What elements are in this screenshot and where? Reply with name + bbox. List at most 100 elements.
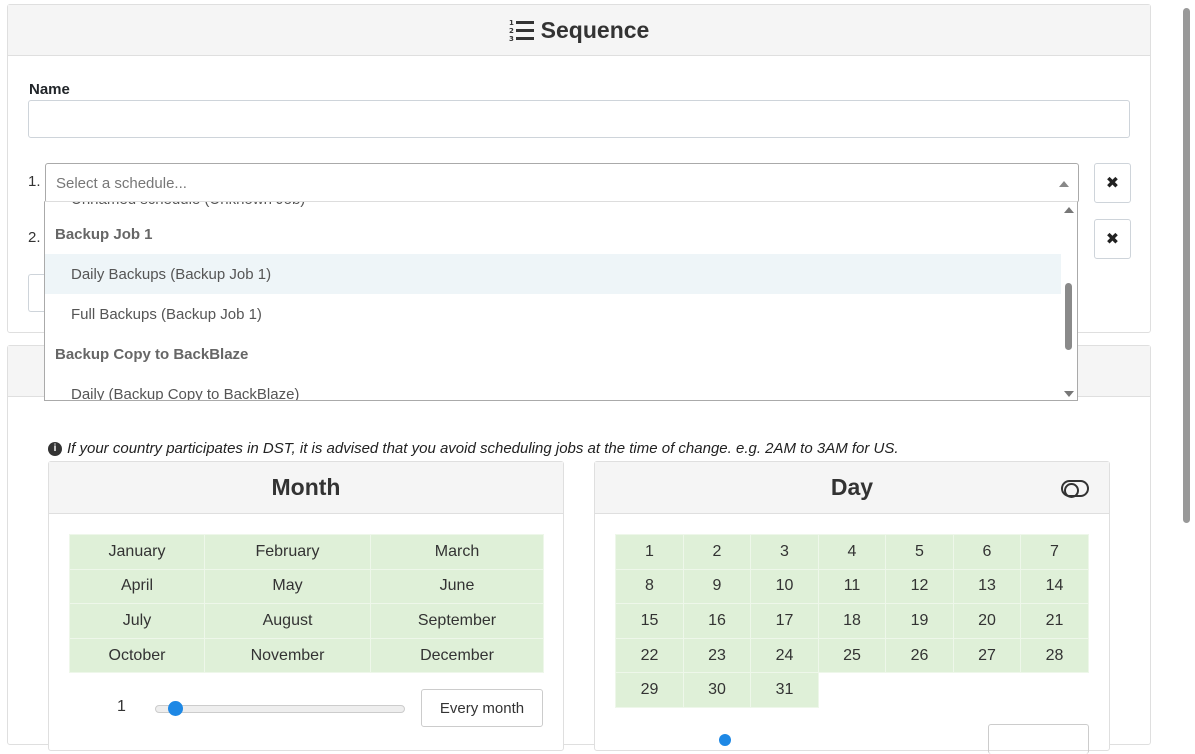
day-row: 15 16 17 18 19 20 21 xyxy=(615,603,1089,639)
day-cell-8[interactable]: 8 xyxy=(615,568,684,605)
times-icon: ✖ xyxy=(1105,175,1120,192)
month-cell-january[interactable]: January xyxy=(69,534,205,570)
day-cell-15[interactable]: 15 xyxy=(615,603,684,639)
day-cell-2[interactable]: 2 xyxy=(683,534,751,570)
day-cell-6[interactable]: 6 xyxy=(953,534,1021,570)
day-row: 29 30 31 xyxy=(615,672,1089,708)
list-ol-icon: 1 2 3 xyxy=(509,18,535,42)
page-scroll-thumb[interactable] xyxy=(1183,8,1190,523)
day-slider-thumb[interactable] xyxy=(719,734,731,746)
day-cell-9[interactable]: 9 xyxy=(683,568,751,605)
month-cell-october[interactable]: October xyxy=(69,637,205,674)
month-cell-july[interactable]: July xyxy=(69,603,205,639)
dropdown-scrollbar[interactable] xyxy=(1061,202,1077,400)
day-cell-empty xyxy=(953,672,1021,708)
sequence-title: Sequence xyxy=(540,16,650,43)
month-cell-march[interactable]: March xyxy=(370,534,544,570)
option-daily-backups[interactable]: Daily Backups (Backup Job 1) xyxy=(45,254,1063,294)
schedule-options-list: Unnamed schedule (Unknown Job) Backup Jo… xyxy=(45,202,1063,401)
month-cell-june[interactable]: June xyxy=(370,568,544,605)
every-day-button[interactable] xyxy=(988,724,1089,754)
day-cell-10[interactable]: 10 xyxy=(750,568,819,605)
every-month-button[interactable]: Every month xyxy=(421,689,543,727)
day-cell-31[interactable]: 31 xyxy=(750,672,819,708)
dropdown-scroll-thumb[interactable] xyxy=(1065,283,1072,350)
schedule-select-1[interactable]: Select a schedule... xyxy=(45,163,1079,203)
day-cell-16[interactable]: 16 xyxy=(683,603,751,639)
day-cell-21[interactable]: 21 xyxy=(1020,603,1089,639)
day-cell-3[interactable]: 3 xyxy=(750,534,819,570)
dst-note: i If your country participates in DST, i… xyxy=(48,440,899,457)
page-scrollbar[interactable] xyxy=(1179,0,1195,735)
month-title: Month xyxy=(271,474,341,500)
day-row: 22 23 24 25 26 27 28 xyxy=(615,637,1089,674)
month-cell-september[interactable]: September xyxy=(370,603,544,639)
svg-text:3: 3 xyxy=(509,35,514,42)
row-number-1: 1. xyxy=(28,173,41,190)
month-cell-august[interactable]: August xyxy=(204,603,371,639)
option-unnamed-schedule[interactable]: Unnamed schedule (Unknown Job) xyxy=(45,202,1063,214)
caret-up-icon xyxy=(1059,181,1069,187)
month-grid: January February March April May June July Augu… xyxy=(69,534,544,674)
day-card: Day 1 2 3 4 5 6 7 8 9 10 11 12 13 14 15 16 17 18 19 20 21 22 2… xyxy=(594,461,1110,754)
toggle-icon[interactable] xyxy=(1061,480,1089,498)
dst-note-text: If your country participates in DST, it … xyxy=(67,440,899,457)
option-full-backups[interactable]: Full Backups (Backup Job 1) xyxy=(45,294,1063,334)
day-title: Day xyxy=(830,474,874,500)
month-row: January February March xyxy=(69,534,544,570)
name-input[interactable] xyxy=(28,100,1130,138)
day-cell-26[interactable]: 26 xyxy=(885,637,954,674)
month-cell-december[interactable]: December xyxy=(370,637,544,674)
month-interval-value: 1 xyxy=(117,698,126,715)
scroll-up-icon[interactable] xyxy=(1064,207,1074,213)
day-cell-11[interactable]: 11 xyxy=(818,568,886,605)
day-cell-12[interactable]: 12 xyxy=(885,568,954,605)
day-grid: 1 2 3 4 5 6 7 8 9 10 11 12 13 14 15 16 17 18 19 20 21 22 23 24 2… xyxy=(615,534,1089,708)
day-row: 8 9 10 11 12 13 14 xyxy=(615,568,1089,605)
day-cell-23[interactable]: 23 xyxy=(683,637,751,674)
day-cell-14[interactable]: 14 xyxy=(1020,568,1089,605)
times-icon: ✖ xyxy=(1105,231,1120,248)
month-cell-february[interactable]: February xyxy=(204,534,371,570)
day-cell-20[interactable]: 20 xyxy=(953,603,1021,639)
day-cell-18[interactable]: 18 xyxy=(818,603,886,639)
day-cell-29[interactable]: 29 xyxy=(615,672,684,708)
option-group-backup-job-1: Backup Job 1 xyxy=(55,225,153,243)
day-card-header: Day xyxy=(595,462,1109,514)
day-cell-25[interactable]: 25 xyxy=(818,637,886,674)
day-cell-28[interactable]: 28 xyxy=(1020,637,1089,674)
day-cell-5[interactable]: 5 xyxy=(885,534,954,570)
month-card-header: Month xyxy=(49,462,563,514)
month-cell-november[interactable]: November xyxy=(204,637,371,674)
month-cell-may[interactable]: May xyxy=(204,568,371,605)
remove-row-2-button[interactable]: ✖ xyxy=(1094,219,1131,259)
month-card: Month January February March April May June Ju… xyxy=(48,461,564,751)
day-row: 1234567 xyxy=(615,534,1089,570)
day-cell-4[interactable]: 4 xyxy=(818,534,886,570)
day-cell-1[interactable]: 1 xyxy=(615,534,684,570)
day-cell-13[interactable]: 13 xyxy=(953,568,1021,605)
day-cell-empty xyxy=(885,672,954,708)
day-cell-17[interactable]: 17 xyxy=(750,603,819,639)
day-cell-19[interactable]: 19 xyxy=(885,603,954,639)
month-row: July August September xyxy=(69,603,544,639)
day-cell-24[interactable]: 24 xyxy=(750,637,819,674)
remove-row-1-button[interactable]: ✖ xyxy=(1094,163,1131,203)
day-cell-30[interactable]: 30 xyxy=(683,672,751,708)
svg-text:1: 1 xyxy=(509,19,514,27)
slider-thumb[interactable] xyxy=(168,701,183,716)
month-row: October November December xyxy=(69,637,544,674)
svg-text:2: 2 xyxy=(509,27,514,35)
day-cell-22[interactable]: 22 xyxy=(615,637,684,674)
row-number-2: 2. xyxy=(28,229,41,246)
sequence-card-header: 1 2 3 Sequence xyxy=(8,5,1150,56)
day-cell-empty xyxy=(1020,672,1089,708)
name-label: Name xyxy=(29,81,70,98)
month-cell-april[interactable]: April xyxy=(69,568,205,605)
day-cell-27[interactable]: 27 xyxy=(953,637,1021,674)
option-daily-backup-copy[interactable]: Daily (Backup Copy to BackBlaze) xyxy=(45,374,1063,401)
schedule-dropdown: Unnamed schedule (Unknown Job) Backup Jo… xyxy=(44,201,1078,401)
scroll-down-icon[interactable] xyxy=(1064,391,1074,397)
day-cell-7[interactable]: 7 xyxy=(1020,534,1089,570)
month-interval-slider[interactable] xyxy=(155,701,405,716)
